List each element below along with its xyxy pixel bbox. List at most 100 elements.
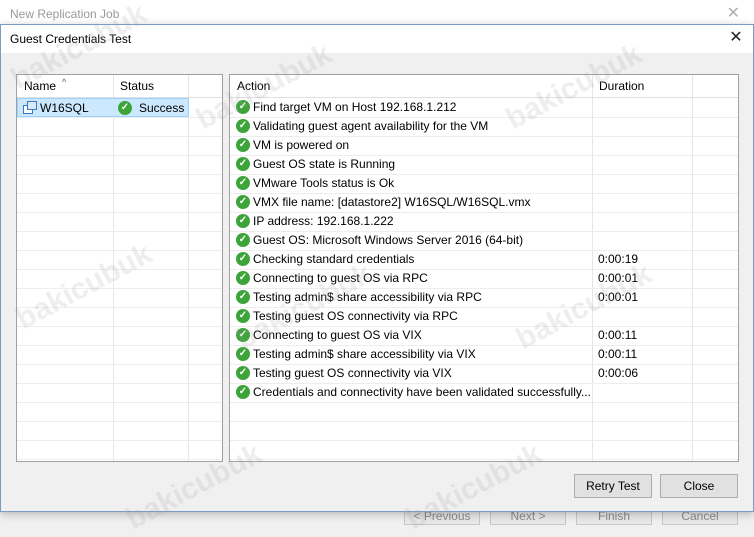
action-row[interactable]: ✓ Connecting to guest OS via RPC 0:00:01 (230, 269, 738, 288)
row-gridline (230, 307, 738, 308)
success-check-icon: ✓ (236, 214, 250, 228)
success-check-icon: ✓ (236, 252, 250, 266)
row-gridline (17, 307, 222, 308)
action-duration: 0:00:11 (598, 347, 638, 361)
row-gridline (17, 402, 222, 403)
row-gridline (230, 269, 738, 270)
success-check-icon: ✓ (236, 366, 250, 380)
success-check-icon: ✓ (236, 195, 250, 209)
row-gridline (230, 250, 738, 251)
action-text: Testing admin$ share accessibility via V… (253, 347, 476, 361)
action-row[interactable]: ✓ Guest OS state is Running (230, 155, 738, 174)
vm-rows: W16SQL ✓ Success (17, 98, 222, 117)
row-gridline (230, 326, 738, 327)
row-gridline (17, 117, 222, 118)
row-gridline (17, 269, 222, 270)
row-gridline (17, 250, 222, 251)
action-text: Testing admin$ share accessibility via R… (253, 290, 482, 304)
row-gridline (17, 459, 222, 460)
success-check-icon: ✓ (236, 176, 250, 190)
action-row[interactable]: ✓ Validating guest agent availability for… (230, 117, 738, 136)
action-text: Guest OS state is Running (253, 157, 396, 171)
action-row[interactable]: ✓ VMware Tools status is Ok (230, 174, 738, 193)
row-gridline (17, 440, 222, 441)
action-row[interactable]: ✓ VMX file name: [datastore2] W16SQL/W16S… (230, 193, 738, 212)
row-gridline (17, 136, 222, 137)
action-row[interactable]: ✓ Testing guest OS connectivity via VIX 0:… (230, 364, 738, 383)
column-header-status[interactable]: Status (113, 75, 187, 97)
virtual-machine-icon (23, 101, 37, 114)
vm-row[interactable]: W16SQL ✓ Success (17, 98, 189, 117)
row-gridline (230, 231, 738, 232)
success-check-icon: ✓ (236, 233, 250, 247)
action-text: IP address: 192.168.1.222 (253, 214, 394, 228)
action-text: Checking standard credentials (253, 252, 415, 266)
guest-credentials-test-dialog: Guest Credentials Test ✕ Name ^ Status W… (0, 24, 754, 512)
action-text: Credentials and connectivity have been v… (253, 385, 591, 399)
row-gridline (230, 459, 738, 460)
parent-close-icon: ✕ (726, 5, 740, 22)
success-check-icon: ✓ (236, 290, 250, 304)
action-row[interactable]: ✓ Find target VM on Host 192.168.1.212 (230, 98, 738, 117)
action-duration: 0:00:01 (598, 290, 639, 304)
success-check-icon: ✓ (236, 271, 250, 285)
row-gridline (17, 326, 222, 327)
vm-name: W16SQL (40, 101, 89, 115)
column-divider (188, 75, 189, 461)
action-text: Connecting to guest OS via RPC (253, 271, 428, 285)
close-icon[interactable]: ✕ (725, 27, 747, 49)
row-gridline (17, 421, 222, 422)
action-text: Connecting to guest OS via VIX (253, 328, 422, 342)
row-gridline (230, 364, 738, 365)
dialog-titlebar: Guest Credentials Test ✕ (1, 25, 753, 53)
row-gridline (230, 193, 738, 194)
action-row[interactable]: ✓ Testing admin$ share accessibility via … (230, 288, 738, 307)
success-check-icon: ✓ (236, 157, 250, 171)
success-check-icon: ✓ (236, 309, 250, 323)
success-check-icon: ✓ (118, 101, 132, 115)
row-gridline (17, 174, 222, 175)
action-duration: 0:00:01 (598, 271, 639, 285)
success-check-icon: ✓ (236, 100, 250, 114)
row-gridline (230, 174, 738, 175)
row-gridline (230, 117, 738, 118)
success-check-icon: ✓ (236, 328, 250, 342)
action-row[interactable]: ✓ Testing guest OS connectivity via RPC (230, 307, 738, 326)
action-row[interactable]: ✓ Connecting to guest OS via VIX 0:00:11 (230, 326, 738, 345)
action-row[interactable]: ✓ Credentials and connectivity have been … (230, 383, 738, 402)
row-gridline (230, 212, 738, 213)
row-gridline (17, 155, 222, 156)
column-header-name[interactable]: Name ^ (17, 75, 113, 97)
row-gridline (17, 288, 222, 289)
row-gridline (17, 193, 222, 194)
action-row[interactable]: ✓ VM is powered on (230, 136, 738, 155)
retry-test-button[interactable]: Retry Test (574, 474, 652, 498)
action-text: Testing guest OS connectivity via RPC (253, 309, 458, 323)
row-gridline (230, 345, 738, 346)
action-row[interactable]: ✓ Guest OS: Microsoft Windows Server 2016… (230, 231, 738, 250)
row-gridline (230, 421, 738, 422)
action-list-panel: Action Duration ✓ Find target VM on Host … (229, 74, 739, 462)
parent-window-title: New Replication Job (10, 7, 120, 21)
row-gridline (230, 288, 738, 289)
action-text: VM is powered on (253, 138, 350, 152)
row-gridline (17, 231, 222, 232)
action-row[interactable]: ✓ Testing admin$ share accessibility via … (230, 345, 738, 364)
vm-list-panel: Name ^ Status W16SQL ✓ Success (16, 74, 223, 462)
row-gridline (230, 383, 738, 384)
action-text: Guest OS: Microsoft Windows Server 2016 … (253, 233, 524, 247)
action-text: Find target VM on Host 192.168.1.212 (253, 100, 457, 114)
action-row[interactable]: ✓ IP address: 192.168.1.222 (230, 212, 738, 231)
sort-ascending-icon: ^ (62, 77, 67, 87)
close-button[interactable]: Close (660, 474, 738, 498)
row-gridline (230, 440, 738, 441)
column-header-action[interactable]: Action (230, 75, 592, 97)
row-gridline (230, 402, 738, 403)
row-gridline (230, 136, 738, 137)
column-header-duration[interactable]: Duration (592, 75, 692, 97)
action-row[interactable]: ✓ Checking standard credentials 0:00:19 (230, 250, 738, 269)
success-check-icon: ✓ (236, 347, 250, 361)
row-gridline (230, 155, 738, 156)
action-text: Validating guest agent availability for … (253, 119, 489, 133)
action-text: VMX file name: [datastore2] W16SQL/W16SQ… (253, 195, 531, 209)
